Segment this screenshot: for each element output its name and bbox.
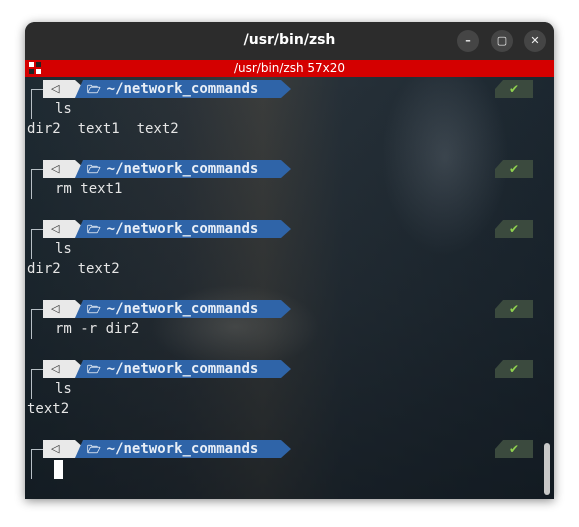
prompt-line: ◁ 🗁 ~/network_commands ✔ <box>25 159 545 199</box>
command-line[interactable]: ls <box>25 99 545 119</box>
folder-icon: 🗁 <box>87 223 101 236</box>
path-segment: 🗁 ~/network_commands <box>75 220 281 238</box>
prompt-line: ◁ 🗁 ~/network_commands ✔ <box>25 359 545 399</box>
current-path: ~/network_commands <box>106 81 259 97</box>
path-segment: 🗁 ~/network_commands <box>75 80 281 98</box>
os-icon: ◁ <box>43 80 85 98</box>
output-text: dir2 text2 <box>27 261 120 277</box>
current-path: ~/network_commands <box>106 161 259 177</box>
prompt-line: ◁ 🗁 ~/network_commands ✔ <box>25 299 545 339</box>
scrollbar-thumb[interactable] <box>544 443 550 495</box>
path-arrow-icon <box>281 360 291 378</box>
command-line[interactable]: rm text1 <box>25 179 545 199</box>
output-text: dir2 text1 text2 <box>27 121 179 137</box>
minimize-button[interactable]: – <box>457 30 479 52</box>
command-line[interactable]: ls <box>25 379 545 399</box>
current-path: ~/network_commands <box>106 221 259 237</box>
command-text: ls <box>55 101 72 117</box>
scrollbar[interactable] <box>542 77 552 499</box>
command-line[interactable]: rm -r dir2 <box>25 319 545 339</box>
status-ok-icon: ✔ <box>495 220 533 238</box>
command-line[interactable] <box>25 459 545 479</box>
current-path: ~/network_commands <box>106 441 259 457</box>
maximize-button[interactable]: ▢ <box>491 30 513 52</box>
command-text: ls <box>55 381 72 397</box>
grid-icon[interactable] <box>29 62 41 74</box>
status-ok-icon: ✔ <box>495 160 533 178</box>
output-line: dir2 text1 text2 <box>25 119 545 139</box>
terminal-tab-bar[interactable]: /usr/bin/zsh 57x20 <box>25 60 554 77</box>
current-path: ~/network_commands <box>106 361 259 377</box>
os-icon: ◁ <box>43 440 85 458</box>
title-bar[interactable]: /usr/bin/zsh – ▢ ✕ <box>25 22 554 60</box>
path-arrow-icon <box>281 160 291 178</box>
path-segment: 🗁 ~/network_commands <box>75 440 281 458</box>
command-text: rm text1 <box>55 181 123 197</box>
terminal-window: /usr/bin/zsh – ▢ ✕ /usr/bin/zsh 57x20 ◁ 🗁… <box>25 22 554 499</box>
path-arrow-icon <box>281 440 291 458</box>
path-segment: 🗁 ~/network_commands <box>75 300 281 318</box>
path-segment: 🗁 ~/network_commands <box>75 360 281 378</box>
folder-icon: 🗁 <box>87 363 101 376</box>
command-line[interactable]: ls <box>25 239 545 259</box>
folder-icon: 🗁 <box>87 303 101 316</box>
prompt-line: ◁ 🗁 ~/network_commands ✔ <box>25 439 545 479</box>
folder-icon: 🗁 <box>87 83 101 96</box>
command-text: rm -r dir2 <box>55 321 140 337</box>
close-button[interactable]: ✕ <box>524 30 546 52</box>
path-arrow-icon <box>281 80 291 98</box>
os-icon: ◁ <box>43 300 85 318</box>
os-icon: ◁ <box>43 160 85 178</box>
prompt-line: ◁ 🗁 ~/network_commands ✔ <box>25 219 545 259</box>
os-icon: ◁ <box>43 220 85 238</box>
tab-title: /usr/bin/zsh 57x20 <box>233 61 346 75</box>
folder-icon: 🗁 <box>87 443 101 456</box>
output-line: dir2 text2 <box>25 259 545 279</box>
status-ok-icon: ✔ <box>495 360 533 378</box>
status-ok-icon: ✔ <box>495 300 533 318</box>
current-path: ~/network_commands <box>106 301 259 317</box>
path-arrow-icon <box>281 220 291 238</box>
path-segment: 🗁 ~/network_commands <box>75 160 281 178</box>
path-arrow-icon <box>281 300 291 318</box>
status-ok-icon: ✔ <box>495 80 533 98</box>
prompt-line: ◁ 🗁 ~/network_commands ✔ <box>25 79 545 119</box>
folder-icon: 🗁 <box>87 163 101 176</box>
text-cursor[interactable] <box>54 460 63 479</box>
output-line: text2 <box>25 399 545 419</box>
status-ok-icon: ✔ <box>495 440 533 458</box>
terminal-output[interactable]: ◁ 🗁 ~/network_commands ✔ ls dir2 text1 text2 ◁… <box>25 77 554 499</box>
os-icon: ◁ <box>43 360 85 378</box>
output-text: text2 <box>27 401 70 417</box>
command-text: ls <box>55 241 72 257</box>
